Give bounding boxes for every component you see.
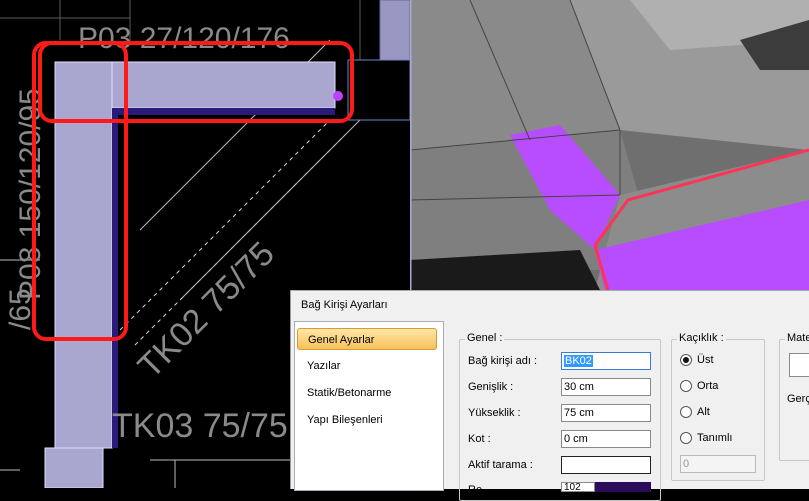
- label-kot: Kot :: [468, 433, 491, 445]
- input-yukseklik[interactable]: 75 cm: [561, 404, 651, 422]
- color-swatch[interactable]: [595, 482, 651, 492]
- 3d-view[interactable]: [410, 0, 809, 290]
- radio-alt-label: Alt: [697, 406, 710, 418]
- bag-kirisi-dialog: Bağ Kirişi Ayarları Genel Ayarlar Yazıla…: [290, 290, 809, 501]
- group-kacik-heading: Kaçıklık :: [677, 332, 726, 344]
- radio-tanimli[interactable]: [680, 432, 692, 444]
- input-kiris-adi[interactable]: BK02: [561, 352, 651, 370]
- nav-genel-ayarlar[interactable]: Genel Ayarlar: [297, 328, 437, 350]
- radio-ust[interactable]: [680, 354, 692, 366]
- settings-nav: Genel Ayarlar Yazılar Statik/Betonarme Y…: [294, 321, 444, 491]
- label-aktif-tarama: Aktif tarama :: [468, 459, 533, 471]
- input-aktif-tarama[interactable]: [561, 456, 651, 474]
- label-tk03: TK03 75/75: [112, 407, 288, 445]
- nav-yazilar[interactable]: Yazılar: [297, 355, 437, 377]
- label-p08: P08 150/120/95: [14, 88, 47, 300]
- radio-ust-label: Üst: [697, 354, 714, 366]
- input-mate[interactable]: [789, 353, 809, 377]
- input-genislik[interactable]: 30 cm: [561, 378, 651, 396]
- input-kacik-value[interactable]: 0: [680, 455, 756, 473]
- radio-orta[interactable]: [680, 380, 692, 392]
- nav-statik-betonarme[interactable]: Statik/Betonarme: [297, 382, 437, 404]
- nav-yapi-bilesenleri[interactable]: Yapı Bileşenleri: [297, 409, 437, 431]
- input-kiris-adi-value: BK02: [564, 355, 593, 367]
- label-gerc: Gerç: [787, 393, 809, 405]
- radio-alt[interactable]: [680, 406, 692, 418]
- input-renk-partial[interactable]: 102: [561, 482, 595, 493]
- label-renk-partial: Re: [468, 484, 483, 496]
- group-genel-heading: Genel :: [465, 332, 505, 344]
- radio-orta-label: Orta: [697, 380, 719, 392]
- label-p03: P03 27/120/176: [78, 22, 290, 55]
- label-yukseklik: Yükseklik :: [468, 407, 521, 419]
- radio-tanimli-label: Tanımlı: [697, 432, 733, 444]
- input-kot[interactable]: 0 cm: [561, 430, 651, 448]
- label-genislik: Genişlik :: [468, 381, 514, 393]
- label-kiris-adi: Bağ kirişi adı :: [468, 355, 538, 367]
- group-mate-heading: Mate: [785, 332, 809, 344]
- dialog-title: Bağ Kirişi Ayarları: [301, 299, 388, 311]
